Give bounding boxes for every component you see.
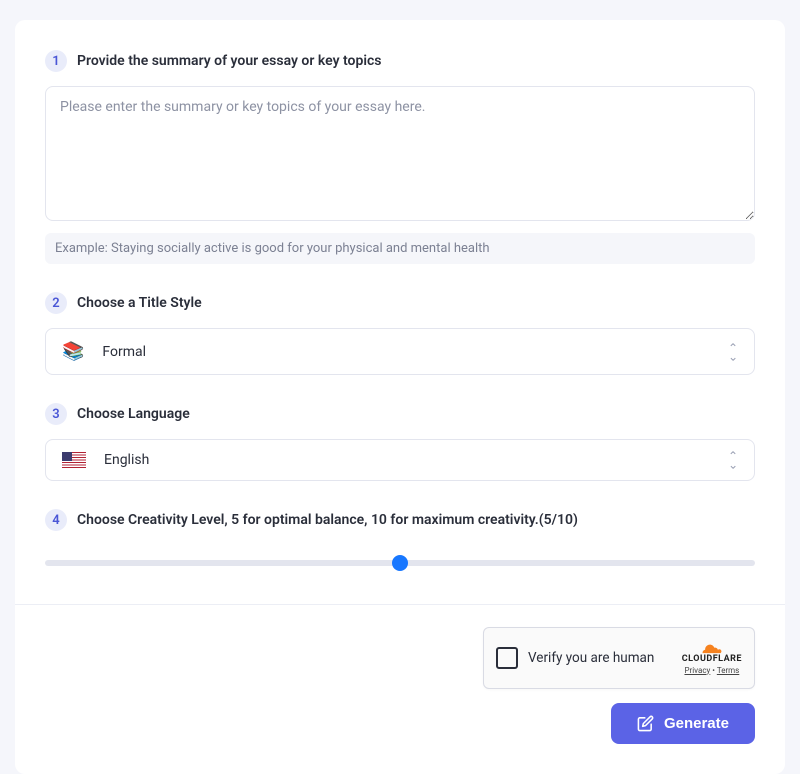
creativity-slider-wrap — [45, 545, 755, 586]
section-header: 3 Choose Language — [45, 403, 755, 425]
flag-us-icon — [62, 452, 86, 468]
creativity-slider[interactable] — [45, 560, 755, 566]
section-creativity: 4 Choose Creativity Level, 5 for optimal… — [45, 509, 755, 586]
books-icon: 📚 — [62, 341, 84, 362]
step-number-badge: 4 — [45, 509, 67, 531]
step-label: Choose a Title Style — [77, 295, 202, 311]
step-label: Provide the summary of your essay or key… — [77, 53, 381, 69]
captcha-checkbox[interactable] — [496, 647, 518, 669]
section-summary: 1 Provide the summary of your essay or k… — [45, 50, 755, 264]
cloud-icon — [701, 642, 723, 654]
example-hint: Example: Staying socially active is good… — [45, 233, 755, 264]
section-header: 1 Provide the summary of your essay or k… — [45, 50, 755, 72]
captcha-brand: CLOUDFLARE Privacy • Terms — [682, 642, 742, 675]
section-title-style: 2 Choose a Title Style 📚 Formal ⌃⌃ — [45, 292, 755, 375]
captcha-links: Privacy • Terms — [684, 666, 739, 675]
summary-textarea[interactable] — [45, 86, 755, 221]
section-header: 4 Choose Creativity Level, 5 for optimal… — [45, 509, 755, 531]
language-select[interactable]: English ⌃⌃ — [45, 439, 755, 481]
captcha-text: Verify you are human — [528, 650, 672, 666]
section-header: 2 Choose a Title Style — [45, 292, 755, 314]
cloudflare-logo — [701, 642, 723, 654]
chevron-up-down-icon: ⌃⌃ — [728, 345, 738, 359]
title-style-value: Formal — [102, 344, 728, 360]
step-number-badge: 2 — [45, 292, 67, 314]
language-value: English — [104, 452, 728, 468]
privacy-link[interactable]: Privacy — [684, 666, 710, 675]
title-style-select[interactable]: 📚 Formal ⌃⌃ — [45, 328, 755, 375]
cloudflare-wordmark: CLOUDFLARE — [682, 654, 742, 664]
terms-link[interactable]: Terms — [717, 666, 739, 675]
generate-label: Generate — [664, 715, 729, 732]
section-language: 3 Choose Language English ⌃⌃ — [45, 403, 755, 481]
chevron-up-down-icon: ⌃⌃ — [728, 453, 738, 467]
footer: Verify you are human CLOUDFLARE Privacy … — [15, 604, 785, 744]
step-number-badge: 3 — [45, 403, 67, 425]
step-label: Choose Creativity Level, 5 for optimal b… — [77, 512, 578, 528]
edit-icon — [637, 715, 654, 732]
step-label: Choose Language — [77, 406, 190, 422]
form-card: 1 Provide the summary of your essay or k… — [15, 20, 785, 774]
captcha-widget[interactable]: Verify you are human CLOUDFLARE Privacy … — [483, 627, 755, 689]
step-number-badge: 1 — [45, 50, 67, 72]
